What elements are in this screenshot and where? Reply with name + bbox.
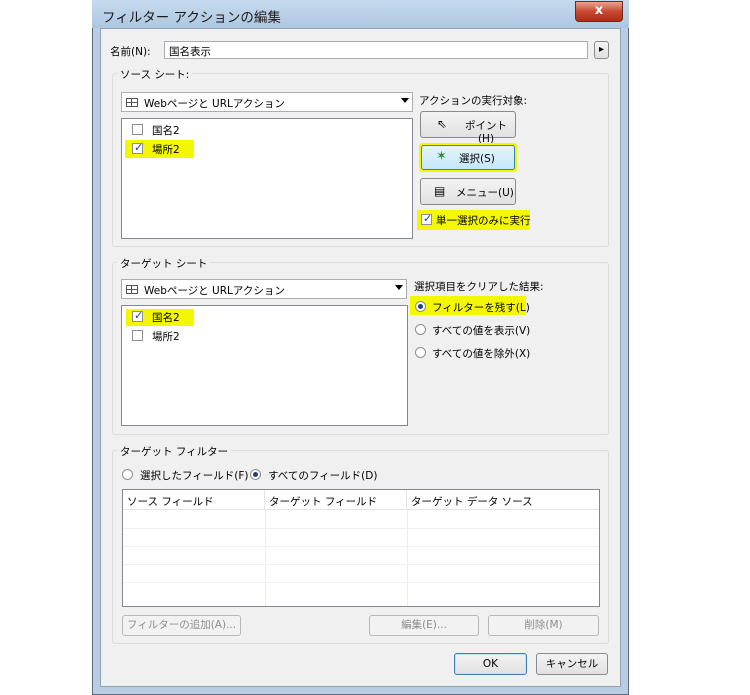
exclude-all-label: すべての値を除外(X) <box>432 348 531 360</box>
cursor-icon: ⇖ <box>437 117 448 131</box>
close-button[interactable]: x <box>575 1 623 22</box>
hover-button[interactable]: ⇖ ポイント(H) <box>420 111 516 145</box>
name-menu-button[interactable]: ▸ <box>594 41 609 59</box>
show-all-radio[interactable] <box>415 324 426 335</box>
add-filter-button[interactable]: フィルターの追加(A)... <box>122 615 241 636</box>
target-sheet-combo[interactable]: Webページと URLアクション <box>121 279 407 299</box>
dashboard-icon <box>126 285 138 294</box>
keep-filter-radio[interactable] <box>415 301 426 312</box>
selected-fields-radio[interactable] <box>122 469 133 480</box>
dashboard-icon <box>126 98 138 107</box>
source-sheet-combo-value: Webページと URLアクション <box>144 98 285 110</box>
table-row <box>123 546 599 547</box>
play-arrow-icon: ▸ <box>598 44 605 55</box>
column-divider <box>407 510 408 606</box>
source-sheet-checkbox-1[interactable] <box>132 124 143 135</box>
source-sheets-title: ソース シート: <box>117 67 193 82</box>
target-filters-title: ターゲット フィルター <box>117 444 232 459</box>
edit-button[interactable]: 編集(E)... <box>369 615 479 636</box>
source-sheet-combo[interactable]: Webページと URLアクション <box>121 92 413 112</box>
close-icon: x <box>594 3 604 18</box>
run-on-label: アクションの実行対象: <box>419 95 528 107</box>
menu-button[interactable]: ▤ メニュー(U) <box>420 178 516 205</box>
single-select-label: 単一選択のみに実行 <box>436 215 531 227</box>
table-row <box>123 528 599 529</box>
target-sheet-label-2: 場所2 <box>152 331 180 343</box>
table-row <box>123 564 599 565</box>
chevron-down-icon <box>401 98 409 103</box>
target-sheets-title: ターゲット シート <box>117 256 211 271</box>
select-button-label: 選択(S) <box>459 153 495 165</box>
column-header-target-datasource[interactable]: ターゲット データ ソース <box>407 490 599 510</box>
menu-button-label: メニュー(U) <box>456 187 514 199</box>
remove-button[interactable]: 削除(M) <box>488 615 599 636</box>
cancel-button[interactable]: キャンセル <box>536 653 608 675</box>
ok-button[interactable]: OK <box>454 653 527 675</box>
target-sheet-label-1: 国名2 <box>152 312 180 324</box>
source-sheet-label-1: 国名2 <box>152 125 180 137</box>
select-cursor-icon: ✶ <box>436 149 447 164</box>
select-button[interactable]: ✶ 選択(S) <box>421 145 515 170</box>
source-sheet-label-2: 場所2 <box>152 144 180 156</box>
name-input-value: 国名表示 <box>169 46 211 58</box>
target-sheet-checkbox-1[interactable] <box>132 309 143 322</box>
source-sheet-checkbox-2[interactable] <box>132 141 143 154</box>
all-fields-label: すべてのフィールド(D) <box>268 470 378 482</box>
name-input[interactable]: 国名表示 <box>164 41 588 59</box>
table-row <box>123 582 599 583</box>
chevron-down-icon <box>395 285 403 290</box>
column-header-source-field[interactable]: ソース フィールド <box>123 490 265 510</box>
keep-filter-label: フィルターを残す(L) <box>432 302 530 314</box>
all-fields-radio[interactable] <box>250 469 261 480</box>
menu-cursor-icon: ▤ <box>434 184 446 198</box>
single-select-checkbox[interactable] <box>421 212 432 225</box>
selected-fields-label: 選択したフィールド(F) <box>140 470 249 482</box>
column-divider <box>265 510 266 606</box>
column-header-target-field[interactable]: ターゲット フィールド <box>265 490 407 510</box>
target-sheet-combo-value: Webページと URLアクション <box>144 285 285 297</box>
hover-button-label: ポイント(H) <box>465 120 507 145</box>
show-all-label: すべての値を表示(V) <box>432 325 531 337</box>
window-title: フィルター アクションの編集 <box>102 10 281 26</box>
target-sheet-checkbox-2[interactable] <box>132 330 143 341</box>
exclude-all-radio[interactable] <box>415 347 426 358</box>
clear-selection-label: 選択項目をクリアした結果: <box>414 281 544 293</box>
name-label: 名前(N): <box>110 46 151 58</box>
field-mapping-table[interactable]: ソース フィールド ターゲット フィールド ターゲット データ ソース <box>122 489 600 607</box>
